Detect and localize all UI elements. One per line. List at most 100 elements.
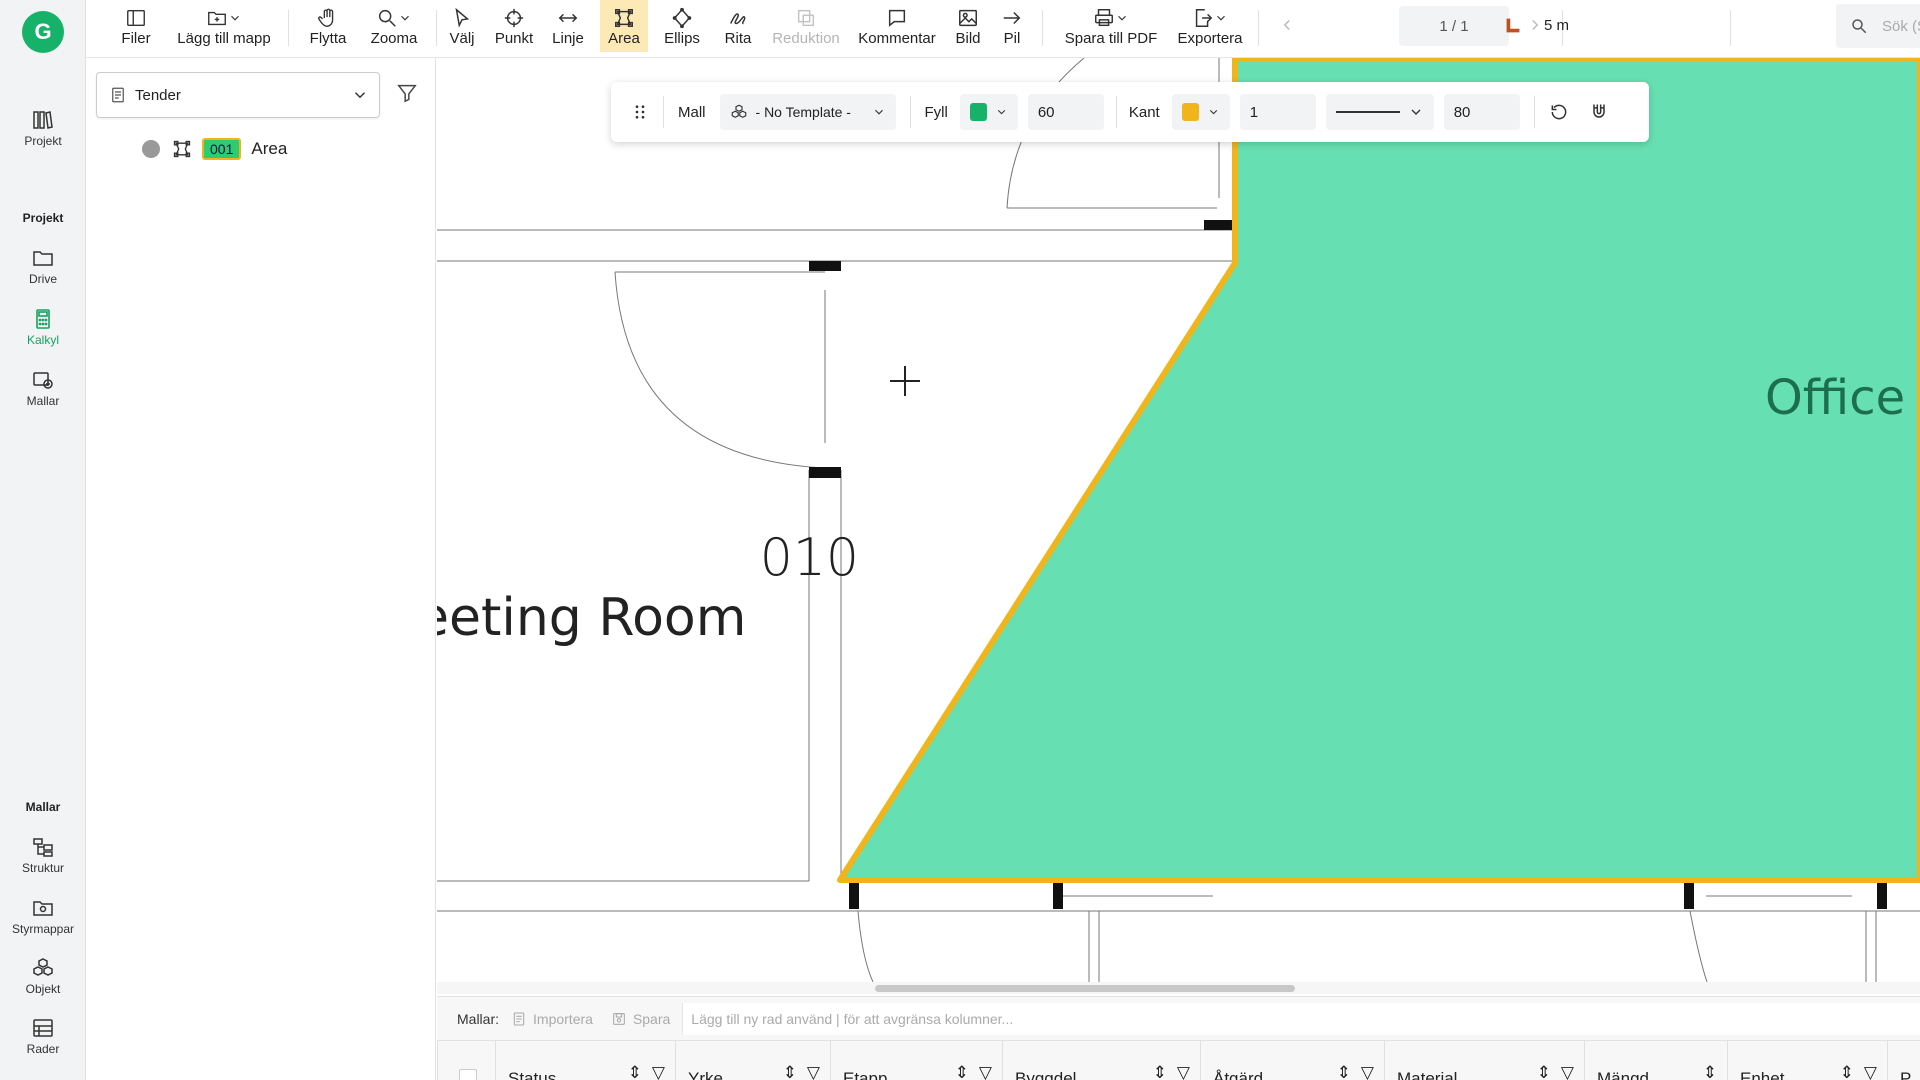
hand-icon — [318, 8, 334, 27]
area-button[interactable]: Area — [600, 0, 648, 52]
kommentar-button[interactable]: Kommentar — [852, 0, 942, 52]
books-icon — [33, 111, 53, 129]
stroke-color-swatch — [1181, 103, 1199, 121]
column-atgard[interactable]: Åtgärd ⇕ ▽ — [1200, 1041, 1384, 1080]
stroke-opacity-input[interactable]: 80 — [1443, 94, 1520, 130]
rail-item-styrmappar[interactable]: Styrmappar — [0, 896, 86, 936]
left-rail: G Projekt Projekt Drive Kalkyl Mallar Ma… — [0, 0, 86, 1080]
sort-icon[interactable]: ⇕ — [955, 1063, 969, 1080]
column-status[interactable]: Status ⇕ ▽ — [495, 1041, 675, 1080]
filter-icon[interactable]: ▽ — [1864, 1063, 1877, 1080]
linje-button[interactable]: Linje — [542, 0, 594, 52]
area-properties-bar: Mall - No Template - Fyll 60 Kant 1 80 — [611, 82, 1649, 142]
cursor-arrow-icon — [455, 7, 470, 28]
sort-icon[interactable]: ⇕ — [783, 1063, 797, 1080]
rail-item-rader[interactable]: Rader — [0, 1016, 86, 1056]
exportera-button[interactable]: Exportera — [1172, 0, 1248, 52]
column-material[interactable]: Material ⇕ ▽ — [1384, 1041, 1584, 1080]
column-byggdel[interactable]: Byggdel ⇕ ▽ — [1002, 1041, 1200, 1080]
reduktion-button[interactable]: Reduktion — [768, 0, 844, 52]
line-style-select[interactable] — [1325, 94, 1434, 130]
filter-icon[interactable]: ▽ — [1177, 1063, 1190, 1080]
bild-button[interactable]: Bild — [948, 0, 988, 52]
tree-item-label: Area — [251, 139, 288, 158]
sort-icon[interactable]: ⇕ — [1337, 1063, 1351, 1080]
fill-opacity-input[interactable]: 60 — [1027, 94, 1104, 130]
ruler-scale-icon[interactable] — [1502, 15, 1524, 37]
mall-label: Mall — [678, 103, 706, 121]
column-p[interactable]: P — [1887, 1041, 1920, 1080]
stroke-color-picker[interactable] — [1171, 94, 1230, 130]
sort-icon[interactable]: ⇕ — [1537, 1063, 1551, 1080]
double-arrow-icon — [558, 13, 578, 22]
page-indicator[interactable]: 1 / 1 — [1399, 6, 1509, 46]
sort-icon[interactable]: ⇕ — [1840, 1063, 1854, 1080]
filter-icon[interactable] — [396, 82, 418, 104]
filter-icon[interactable]: ▽ — [652, 1063, 665, 1080]
rail-item-mallar[interactable]: Mallar — [0, 368, 86, 408]
filter-icon[interactable]: ▽ — [1361, 1063, 1374, 1080]
area-polygon[interactable] — [837, 58, 1920, 883]
importera-button[interactable]: Importera — [533, 1011, 593, 1027]
filter-icon[interactable]: ▽ — [979, 1063, 992, 1080]
sort-icon[interactable]: ⇕ — [1703, 1063, 1717, 1080]
chevron-down-icon — [1411, 109, 1421, 115]
drag-handle-icon[interactable] — [631, 103, 649, 121]
fill-color-picker[interactable] — [959, 94, 1018, 130]
rita-button[interactable]: Rita — [714, 0, 762, 52]
stroke-width-input[interactable]: 1 — [1239, 94, 1316, 130]
column-mangd[interactable]: Mängd ⇕ — [1584, 1041, 1727, 1080]
spara-pdf-button[interactable]: Spara till PDF — [1058, 0, 1164, 52]
zooma-button[interactable]: Zooma — [362, 0, 426, 52]
app-logo[interactable]: G — [22, 11, 64, 53]
column-etapp[interactable]: Etapp ⇕ ▽ — [830, 1041, 1002, 1080]
pil-button[interactable]: Pil — [992, 0, 1032, 52]
rail-item-struktur[interactable]: Struktur — [0, 835, 86, 875]
item-number-badge: 001 — [202, 138, 242, 160]
lagg-till-mapp-button[interactable]: Lägg till mapp — [170, 0, 278, 52]
drawing-canvas[interactable]: 010 eeting Room Office — [437, 58, 1920, 982]
status-dot — [142, 140, 160, 158]
column-enhet[interactable]: Enhet ⇕ ▽ — [1727, 1041, 1887, 1080]
search-box[interactable]: Sök (Shift + Mellan — [1836, 4, 1920, 48]
rail-item-projekt[interactable]: Projekt — [0, 108, 86, 148]
column-yrke[interactable]: Yrke ⇕ ▽ — [675, 1041, 830, 1080]
kant-label: Kant — [1128, 103, 1160, 121]
tree-item-area[interactable]: 001 Area — [142, 138, 287, 160]
select-all-checkbox[interactable] — [458, 1069, 477, 1080]
filter-icon[interactable]: ▽ — [807, 1063, 820, 1080]
sort-icon[interactable]: ⇕ — [1153, 1063, 1167, 1080]
select-all-cell — [437, 1041, 495, 1080]
reset-icon[interactable] — [1549, 102, 1569, 122]
new-row-input[interactable]: Lägg till ny rad använd | för att avgrän… — [682, 1002, 1920, 1035]
valj-button[interactable]: Välj — [440, 0, 484, 52]
chevron-left-icon[interactable] — [1278, 16, 1296, 34]
grid-header: Status ⇕ ▽ Yrke ⇕ ▽ Etapp ⇕ ▽ Byggdel ⇕ ▽ Åtgärd… — [437, 1040, 1920, 1080]
rail-item-objekt[interactable]: Objekt — [0, 956, 86, 996]
tender-select[interactable]: Tender — [96, 72, 380, 118]
rail-item-drive[interactable]: Drive — [0, 246, 86, 286]
sort-icon[interactable]: ⇕ — [628, 1063, 642, 1080]
crosshair-icon — [504, 8, 524, 27]
magnet-icon[interactable] — [1589, 102, 1609, 122]
filter-icon[interactable]: ▽ — [1561, 1063, 1574, 1080]
room-number-label: 010 — [759, 528, 859, 588]
template-select[interactable]: - No Template - — [719, 94, 896, 130]
rail-item-kalkyl[interactable]: Kalkyl — [0, 307, 86, 347]
calculator-icon — [36, 309, 50, 329]
cubes-icon — [33, 958, 53, 976]
canvas-horizontal-scrollbar[interactable] — [437, 982, 1920, 994]
toolbar-separator — [1730, 10, 1731, 46]
scrollbar-thumb[interactable] — [875, 985, 1295, 992]
top-toolbar: Filer Lägg till mapp Flytta Zooma Välj P… — [86, 0, 1920, 58]
chevron-right-icon[interactable] — [1526, 16, 1544, 34]
sidebar-panel-icon — [127, 9, 145, 26]
chevron-down-icon — [231, 15, 239, 21]
spara-button[interactable]: Spara — [633, 1011, 670, 1027]
toolbar-separator — [288, 10, 289, 46]
filer-button[interactable]: Filer — [108, 0, 164, 52]
punkt-button[interactable]: Punkt — [488, 0, 540, 52]
flytta-button[interactable]: Flytta — [298, 0, 358, 52]
search-input[interactable]: Sök (Shift + Mellan — [1882, 18, 1920, 35]
ellips-button[interactable]: Ellips — [656, 0, 708, 52]
